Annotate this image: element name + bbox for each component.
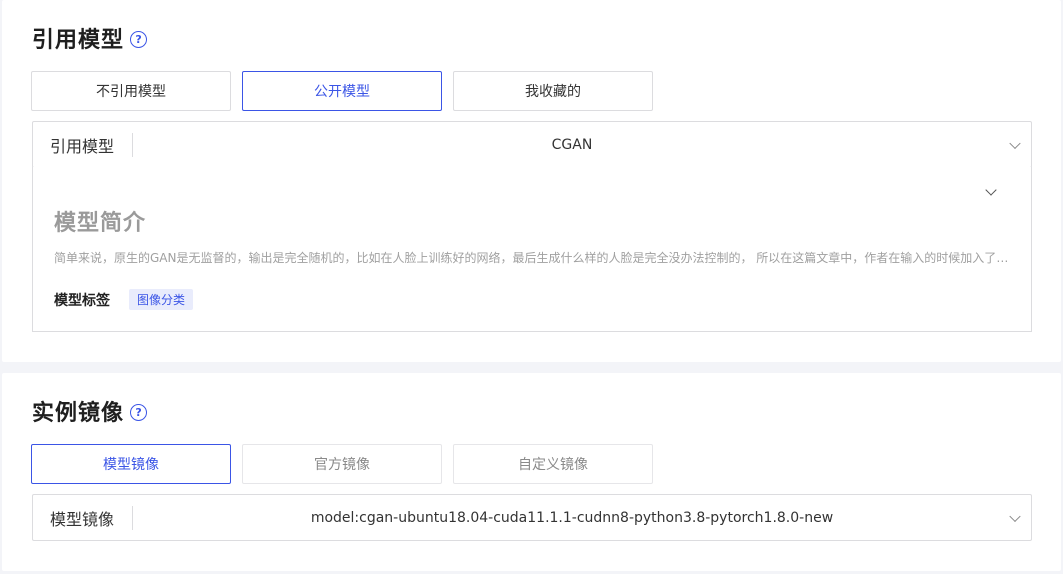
model-intro-description: 简单来说，原生的GAN是无监督的，输出是完全随机的，比如在人脸上训练好的网络，最… [54, 251, 1014, 265]
tab-favorites[interactable]: 我收藏的 [453, 71, 653, 111]
image-section-title: 实例镜像 ? [32, 395, 148, 427]
model-select-value: CGAN [551, 136, 593, 153]
tab-custom-image[interactable]: 自定义镜像 [453, 444, 653, 484]
image-select-value: model:cgan-ubuntu18.04-cuda11.1.1-cudnn8… [310, 509, 834, 526]
image-select-label: 模型镜像 [33, 505, 133, 530]
model-tags-row: 模型标签 图像分类 [54, 289, 194, 310]
tab-official-image[interactable]: 官方镜像 [242, 444, 442, 484]
model-reference-card: 引用模型 ? 不引用模型 公开模型 我收藏的 引用模型 CGAN 模型简介 简单… [2, 0, 1061, 362]
instance-image-card: 实例镜像 ? 模型镜像 官方镜像 自定义镜像 模型镜像 model:cgan-u… [2, 373, 1061, 571]
tab-no-model[interactable]: 不引用模型 [31, 71, 231, 111]
help-icon[interactable]: ? [130, 30, 148, 48]
help-icon[interactable]: ? [130, 403, 148, 421]
model-select[interactable]: 引用模型 CGAN [32, 121, 1032, 168]
tab-model-image[interactable]: 模型镜像 [31, 444, 231, 484]
tab-public-model[interactable]: 公开模型 [242, 71, 442, 111]
image-select[interactable]: 模型镜像 model:cgan-ubuntu18.04-cuda11.1.1-c… [32, 494, 1032, 541]
model-select-label: 引用模型 [33, 132, 133, 157]
model-intro-panel: 模型简介 简单来说，原生的GAN是无监督的，输出是完全随机的，比如在人脸上训练好… [32, 167, 1032, 332]
model-tag: 图像分类 [129, 289, 194, 310]
model-source-tabs: 不引用模型 公开模型 我收藏的 [31, 71, 664, 111]
model-tags-label: 模型标签 [54, 292, 110, 309]
model-section-title: 引用模型 ? [32, 22, 148, 54]
chevron-down-icon[interactable] [985, 184, 997, 196]
model-intro-title: 模型简介 [54, 211, 147, 236]
image-source-tabs: 模型镜像 官方镜像 自定义镜像 [31, 444, 664, 484]
